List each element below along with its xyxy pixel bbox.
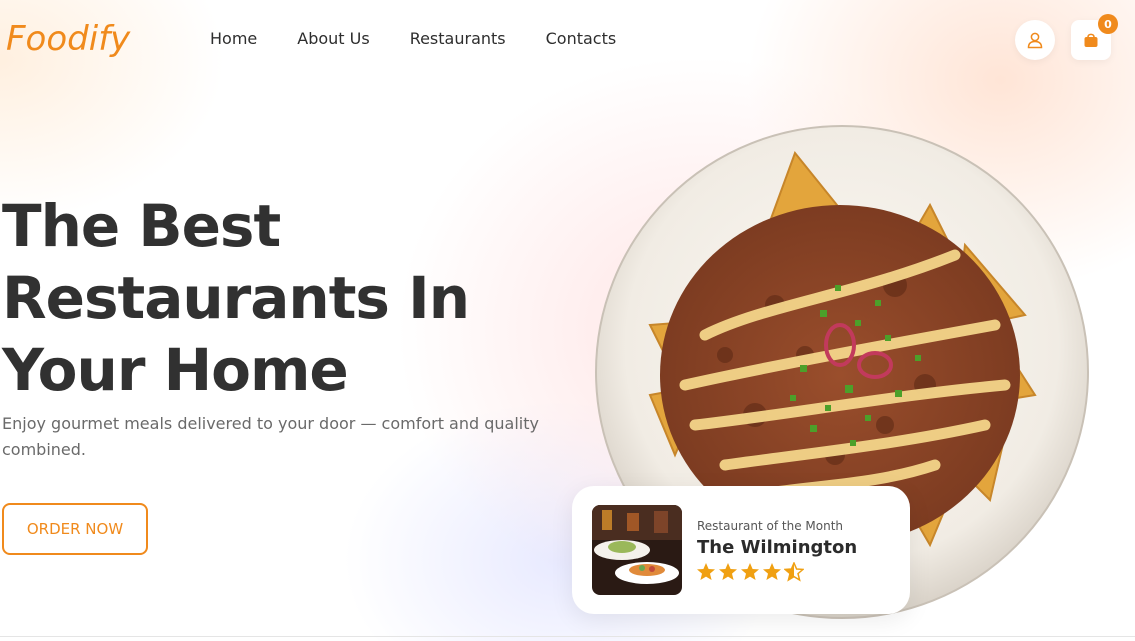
cart-count-badge: 0 bbox=[1098, 14, 1118, 34]
shopping-bag-icon bbox=[1084, 33, 1098, 47]
bottom-divider bbox=[0, 636, 1135, 637]
nav-about-us[interactable]: About Us bbox=[297, 29, 369, 49]
main-nav: Home About Us Restaurants Contacts bbox=[210, 29, 656, 49]
hero-title: The Best Restaurants In Your Home bbox=[2, 190, 562, 406]
foodify-logo[interactable]: Foodify bbox=[6, 14, 151, 66]
logo-wordmark: Foodify bbox=[6, 19, 131, 59]
order-now-button[interactable]: ORDER NOW bbox=[2, 503, 148, 555]
hero-subtitle: Enjoy gourmet meals delivered to your do… bbox=[2, 414, 539, 459]
star-full-icon bbox=[697, 563, 715, 580]
user-icon bbox=[1027, 32, 1043, 49]
nav-contacts[interactable]: Contacts bbox=[546, 29, 617, 49]
star-full-icon bbox=[719, 563, 737, 580]
hero-title-line-1: The Best bbox=[2, 192, 281, 260]
logo-text: Foodify bbox=[6, 19, 131, 59]
star-full-icon bbox=[763, 563, 781, 580]
star-full-icon bbox=[741, 563, 759, 580]
hero-title-line-3: Your Home bbox=[2, 336, 349, 404]
star-half-icon bbox=[784, 562, 804, 582]
restaurant-thumbnail bbox=[592, 505, 682, 595]
nav-home[interactable]: Home bbox=[210, 29, 257, 49]
user-account-button[interactable] bbox=[1015, 20, 1055, 60]
hero-title-line-2: Restaurants In bbox=[2, 264, 470, 332]
restaurant-name: The Wilmington bbox=[697, 537, 858, 558]
rating-stars bbox=[696, 562, 804, 582]
nav-restaurants[interactable]: Restaurants bbox=[410, 29, 506, 49]
card-label: Restaurant of the Month bbox=[697, 519, 844, 533]
restaurant-of-month-card[interactable]: Restaurant of the Month The Wilmington bbox=[572, 486, 910, 614]
